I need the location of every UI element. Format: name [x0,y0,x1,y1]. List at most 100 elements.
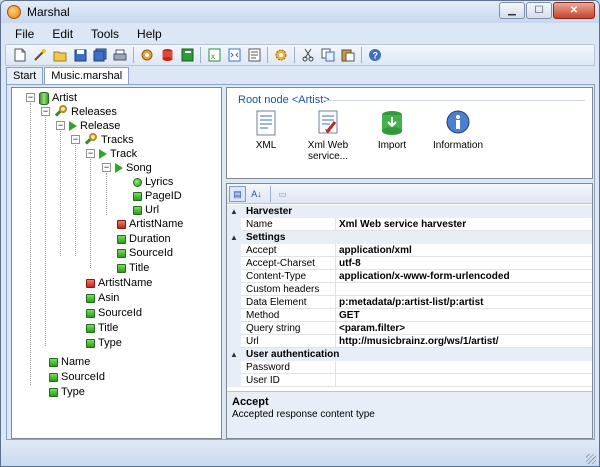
description-title: Accept [232,396,269,408]
field-icon [49,357,58,367]
close-button[interactable]: ✕ [553,2,595,19]
tree-node-artist[interactable]: − Artist [26,91,77,105]
property-row[interactable]: Accept application/xml [227,244,592,257]
tree-node-release-sourceid[interactable]: SourceId [86,306,142,320]
property-row[interactable]: Name Xml Web service harvester [227,218,592,231]
property-description: Accept Accepted response content type [227,391,592,438]
collapse-toggle[interactable]: − [102,163,111,172]
collapse-icon[interactable]: ▲ [230,234,238,242]
property-row[interactable]: Custom headers [227,283,592,296]
category-settings[interactable]: ▲ Settings [227,231,592,244]
harvester-import[interactable]: Import [363,110,421,151]
toolbar-separator [270,185,271,202]
excel-export-icon[interactable]: x [206,47,222,63]
categorized-view-button[interactable]: ▤ [229,185,246,202]
field-icon [133,191,142,201]
property-row[interactable]: Content-Type application/x-www-form-urle… [227,270,592,283]
search-icon [84,133,98,147]
property-row[interactable]: User ID [227,374,592,387]
document-content: − Artist − Releases − Release − Tracks − [6,84,595,440]
property-grid-panel: ▤ A↓ ▭ ▲ Harvester Name Xml Web service … [226,183,593,439]
tree-node-pageid[interactable]: PageID [133,189,182,203]
wand-icon[interactable] [32,47,48,63]
collapse-toggle[interactable]: − [56,121,65,130]
category-harvester[interactable]: ▲ Harvester [227,205,592,218]
paste-icon[interactable] [340,47,356,63]
key-field-icon [86,278,95,288]
menu-help[interactable]: Help [127,25,170,43]
description-text: Accepted response content type [232,409,375,420]
maximize-button[interactable]: ☐ [526,2,552,19]
collapse-icon[interactable]: ▲ [230,351,238,359]
new-document-icon[interactable] [12,47,28,63]
resize-grip-icon[interactable] [586,454,596,464]
tree-node-url[interactable]: Url [133,203,159,217]
xml-export-icon[interactable] [226,47,242,63]
tree-node-release-artistname[interactable]: ArtistName [86,276,152,290]
harvester-xml[interactable]: XML [237,110,295,151]
app-window: Marshal ▁ ☐ ✕ File Edit Tools Help x ? S… [0,0,600,467]
category-user-authentication[interactable]: ▲ User authentication [227,348,592,361]
tree-node-tracks[interactable]: − Tracks [71,133,134,147]
menu-file[interactable]: File [5,25,42,43]
toolbar-separator [200,47,201,63]
info-icon [445,110,471,136]
collapse-icon[interactable]: ▲ [230,208,238,216]
property-row[interactable]: Password [227,361,592,374]
tree-node-release-type[interactable]: Type [86,336,122,350]
cut-icon[interactable] [300,47,316,63]
property-row[interactable]: Url http://musicbrainz.org/ws/1/artist/ [227,335,592,348]
help-icon[interactable]: ? [367,47,383,63]
tree-guide [75,145,76,256]
collapse-toggle[interactable]: − [86,149,95,158]
menu-bar: File Edit Tools Help [5,25,595,43]
property-row[interactable]: Data Element p:metadata/p:artist-list/p:… [227,296,592,309]
tab-start[interactable]: Start [6,67,44,84]
svg-text:?: ? [373,51,379,61]
database-icon[interactable] [159,47,175,63]
tree-node-track-title[interactable]: Title [117,261,149,275]
copy-icon[interactable] [320,47,336,63]
tree-node-track[interactable]: − Track [86,147,137,161]
tree-node-name[interactable]: Name [49,355,90,369]
alphabetical-sort-button[interactable]: A↓ [248,186,265,202]
tree-node-asin[interactable]: Asin [86,291,119,305]
settings-cog-icon[interactable] [139,47,155,63]
property-pages-button[interactable]: ▭ [274,186,291,202]
tree-node-duration[interactable]: Duration [117,232,171,246]
schema-tree[interactable]: − Artist − Releases − Release − Tracks − [11,87,222,439]
text-export-icon[interactable] [246,47,262,63]
svg-text:x: x [211,52,215,61]
tree-node-track-sourceid[interactable]: SourceId [117,246,173,260]
tab-music-marshal[interactable]: Music.marshal [44,67,130,85]
collapse-toggle[interactable]: − [26,93,35,102]
tree-node-releases[interactable]: − Releases [41,105,117,119]
save-all-icon[interactable] [92,47,108,63]
property-row[interactable]: Method GET [227,309,592,322]
print-icon[interactable] [112,47,128,63]
property-row[interactable]: Query string <param.filter> [227,322,592,335]
property-grid-toolbar: ▤ A↓ ▭ [227,184,592,204]
gear-icon[interactable] [273,47,289,63]
tree-node-release-title[interactable]: Title [86,321,118,335]
menu-edit[interactable]: Edit [42,25,81,43]
tree-node-lyrics[interactable]: Lyrics [133,175,173,189]
harvester-xml-web-service[interactable]: Xml Web service... [299,110,357,162]
marshal-app-icon [7,5,21,19]
menu-tools[interactable]: Tools [81,25,127,43]
tree-node-artist-type[interactable]: Type [49,385,85,399]
harvester-information[interactable]: Information [429,110,487,151]
tree-node-track-artistname[interactable]: ArtistName [117,217,183,231]
property-row[interactable]: Accept-Charset utf-8 [227,257,592,270]
tree-node-release[interactable]: − Release [56,119,120,133]
field-icon [117,234,126,244]
tree-node-song[interactable]: − Song [102,161,152,175]
window-title: Marshal [27,5,70,19]
collapse-toggle[interactable]: − [41,107,50,116]
save-icon[interactable] [72,47,88,63]
collapse-toggle[interactable]: − [71,135,80,144]
open-folder-icon[interactable] [52,47,68,63]
minimize-button[interactable]: ▁ [499,2,525,19]
tree-node-artist-sourceid[interactable]: SourceId [49,370,105,384]
book-icon[interactable] [179,47,195,63]
